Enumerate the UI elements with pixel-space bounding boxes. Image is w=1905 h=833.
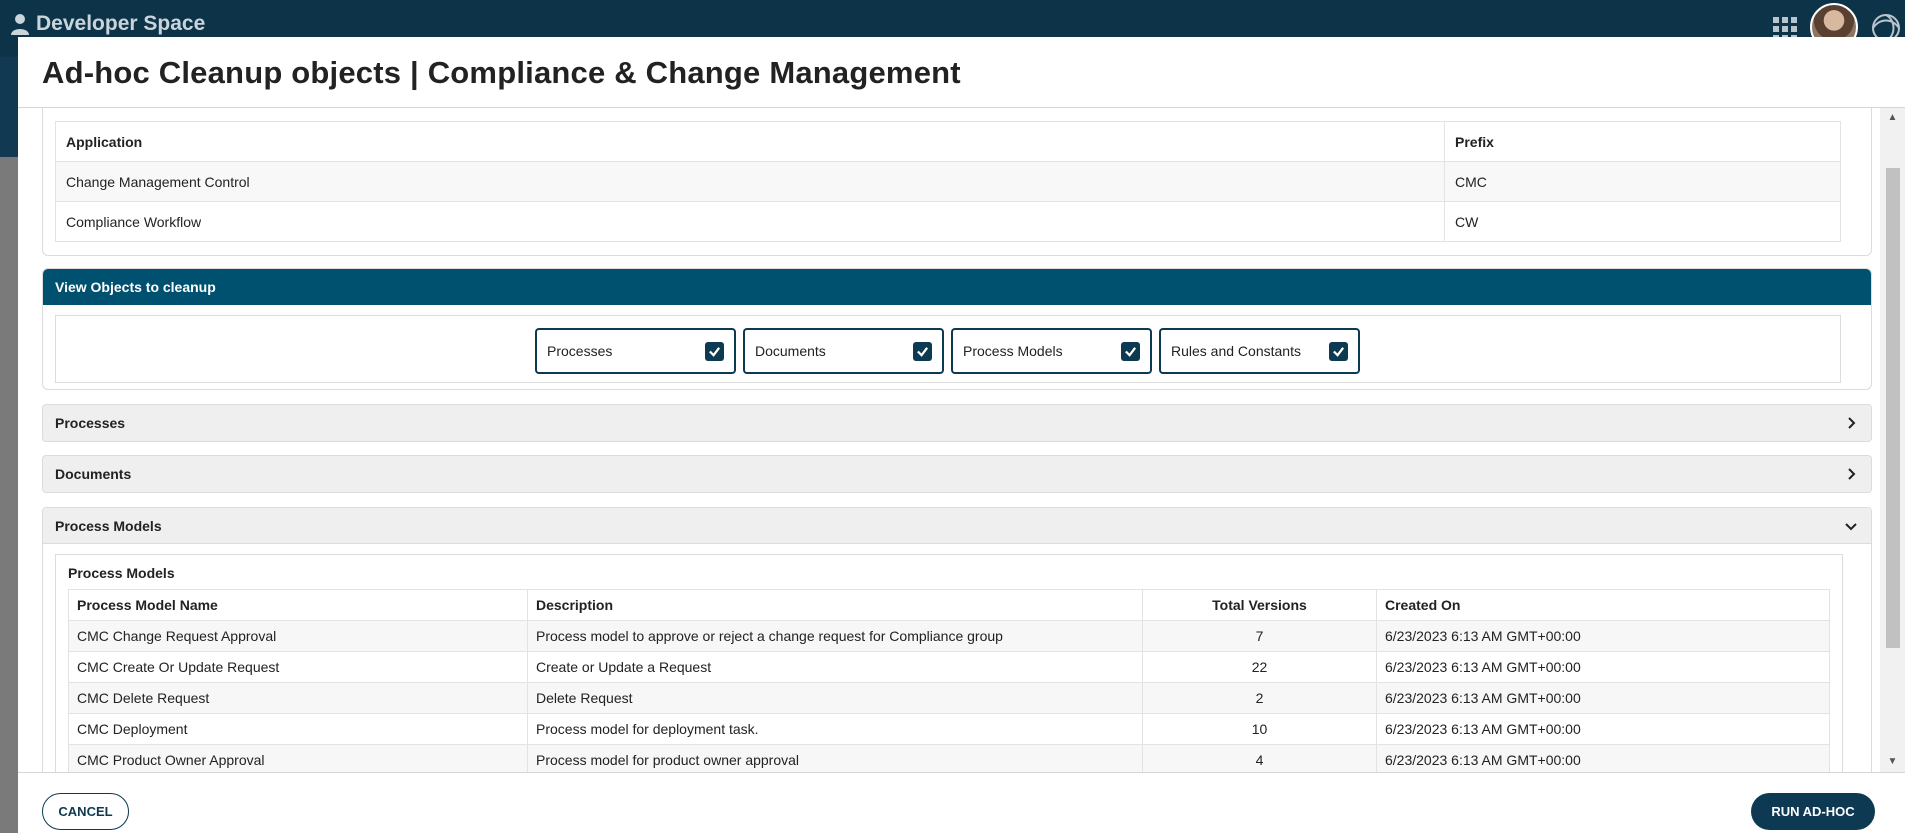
scrollbar-thumb[interactable] [1886, 168, 1900, 648]
scroll-down-icon[interactable]: ▼ [1880, 752, 1905, 772]
checkmark-icon [1329, 341, 1348, 361]
section-process-models: Process Models Process Models Process Mo… [42, 507, 1872, 772]
dialog-body: Application Prefix Change Management Con… [18, 108, 1905, 772]
table-row: CMC Change Request Approval Process mode… [68, 620, 1830, 652]
section-documents[interactable]: Documents [42, 455, 1872, 493]
checkbox-documents[interactable]: Documents [743, 328, 944, 374]
process-model-name: CMC Product Owner Approval [68, 744, 528, 772]
dialog-title: Ad-hoc Cleanup objects | Compliance & Ch… [42, 55, 961, 90]
checkmark-icon [913, 341, 932, 361]
checkmark-icon [705, 341, 724, 361]
process-model-versions: 22 [1142, 651, 1377, 683]
process-model-versions: 10 [1142, 713, 1377, 745]
table-row: Change Management Control CMC [55, 161, 1841, 202]
checkbox-label: Processes [547, 343, 613, 359]
process-model-name: CMC Delete Request [68, 682, 528, 714]
checkbox-rules-and-constants[interactable]: Rules and Constants [1159, 328, 1360, 374]
checkbox-label: Documents [755, 343, 826, 359]
process-model-name: CMC Deployment [68, 713, 528, 745]
column-header-description[interactable]: Description [527, 589, 1143, 621]
column-header-total-versions[interactable]: Total Versions [1142, 589, 1377, 621]
process-model-description: Process model to approve or reject a cha… [527, 620, 1143, 652]
checkbox-label: Rules and Constants [1171, 343, 1301, 359]
process-model-created: 6/23/2023 6:13 AM GMT+00:00 [1376, 651, 1830, 683]
process-model-created: 6/23/2023 6:13 AM GMT+00:00 [1376, 620, 1830, 652]
process-model-versions: 4 [1142, 744, 1377, 772]
process-model-created: 6/23/2023 6:13 AM GMT+00:00 [1376, 682, 1830, 714]
process-model-description: Process model for product owner approval [527, 744, 1143, 772]
section-label: Processes [55, 415, 126, 431]
process-models-table: Process Model Name Description Total Ver… [68, 589, 1830, 772]
process-model-versions: 7 [1142, 620, 1377, 652]
checkbox-label: Process Models [963, 343, 1063, 359]
application-prefix: CMC [1444, 161, 1841, 202]
process-model-description: Process model for deployment task. [527, 713, 1143, 745]
brand[interactable]: Developer Space [10, 12, 205, 36]
applications-card: Application Prefix Change Management Con… [42, 108, 1872, 256]
chevron-right-icon [1848, 417, 1856, 429]
table-row: CMC Deployment Process model for deploym… [68, 713, 1830, 745]
process-model-versions: 2 [1142, 682, 1377, 714]
process-models-caption: Process Models [68, 565, 175, 581]
checkbox-processes[interactable]: Processes [535, 328, 736, 374]
section-header-process-models[interactable]: Process Models [43, 508, 1871, 544]
cleanup-dialog: Ad-hoc Cleanup objects | Compliance & Ch… [18, 37, 1905, 833]
column-header-name[interactable]: Process Model Name [68, 589, 528, 621]
run-adhoc-button[interactable]: RUN AD-HOC [1751, 793, 1875, 830]
scroll-up-icon[interactable]: ▲ [1880, 108, 1905, 128]
column-header-application: Application [55, 121, 1445, 162]
process-model-name: CMC Change Request Approval [68, 620, 528, 652]
applications-table: Application Prefix Change Management Con… [55, 121, 1841, 242]
process-model-created: 6/23/2023 6:13 AM GMT+00:00 [1376, 713, 1830, 745]
dialog-scrollbar[interactable]: ▲ ▼ [1880, 108, 1905, 772]
view-objects-title: View Objects to cleanup [43, 269, 1871, 305]
process-model-created: 6/23/2023 6:13 AM GMT+00:00 [1376, 744, 1830, 772]
application-prefix: CW [1444, 201, 1841, 242]
column-header-prefix: Prefix [1444, 121, 1841, 162]
dialog-footer: CANCEL RUN AD-HOC [18, 772, 1905, 833]
chevron-right-icon [1848, 468, 1856, 480]
table-row: CMC Product Owner Approval Process model… [68, 744, 1830, 772]
table-row: Compliance Workflow CW [55, 201, 1841, 242]
chevron-down-icon [1845, 523, 1857, 531]
view-objects-options: Processes Documents Process Models Rules… [55, 315, 1841, 383]
background-panel [0, 57, 20, 157]
view-objects-card: View Objects to cleanup Processes Docume… [42, 268, 1872, 390]
application-name: Compliance Workflow [55, 201, 1445, 242]
section-label: Process Models [55, 518, 162, 534]
application-name: Change Management Control [55, 161, 1445, 202]
process-models-panel: Process Models Process Model Name Descri… [55, 554, 1843, 772]
section-processes[interactable]: Processes [42, 404, 1872, 442]
cancel-button[interactable]: CANCEL [42, 793, 129, 830]
table-row: CMC Create Or Update Request Create or U… [68, 651, 1830, 683]
checkbox-process-models[interactable]: Process Models [951, 328, 1152, 374]
column-header-created-on[interactable]: Created On [1376, 589, 1830, 621]
process-model-description: Create or Update a Request [527, 651, 1143, 683]
process-model-name: CMC Create Or Update Request [68, 651, 528, 683]
user-icon [11, 14, 29, 35]
checkmark-icon [1121, 341, 1140, 361]
process-model-description: Delete Request [527, 682, 1143, 714]
table-row: CMC Delete Request Delete Request 2 6/23… [68, 682, 1830, 714]
section-label: Documents [55, 466, 132, 482]
dialog-header: Ad-hoc Cleanup objects | Compliance & Ch… [18, 37, 1905, 108]
brand-name: Developer Space [36, 12, 206, 35]
